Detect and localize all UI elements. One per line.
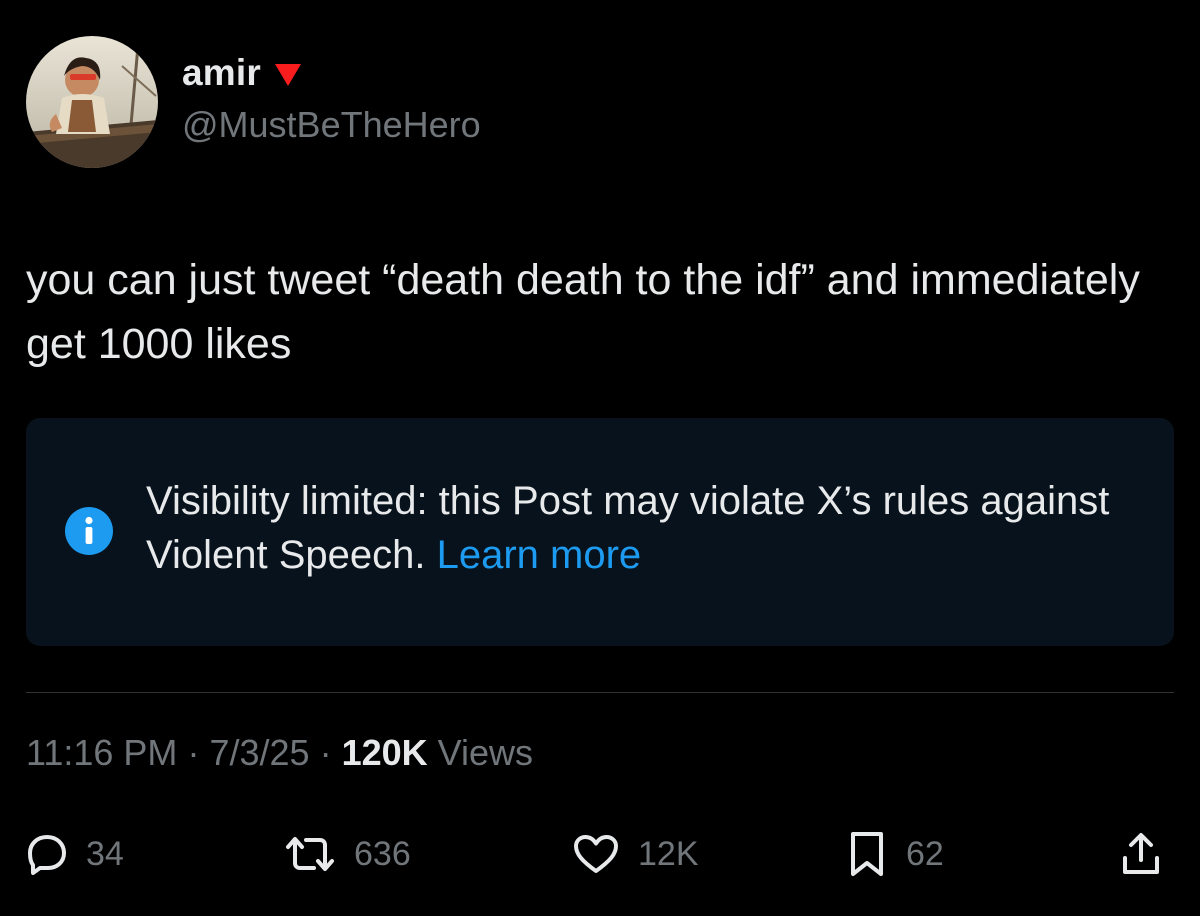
repost-count: 636 bbox=[354, 834, 411, 873]
bookmark-button[interactable]: 62 bbox=[846, 824, 944, 884]
repost-icon bbox=[286, 837, 334, 871]
author-handle[interactable]: @MustBeTheHero bbox=[182, 104, 481, 146]
bookmark-icon bbox=[851, 832, 883, 876]
share-icon bbox=[1123, 833, 1159, 874]
tweet-date[interactable]: 7/3/25 bbox=[209, 732, 309, 773]
like-button[interactable]: 12K bbox=[572, 824, 699, 884]
heart-icon bbox=[574, 835, 618, 873]
tweet-text: you can just tweet “death death to the i… bbox=[26, 256, 1140, 368]
visibility-notice: Visibility limited: this Post may violat… bbox=[26, 418, 1174, 646]
tweet-time[interactable]: 11:16 PM bbox=[26, 732, 177, 773]
repost-button[interactable]: 636 bbox=[284, 824, 411, 884]
action-bar: 34 636 12K 62 bbox=[26, 824, 1174, 884]
tweet-meta: 11:16 PM · 7/3/25 · 120K Views bbox=[26, 732, 533, 774]
avatar[interactable] bbox=[26, 36, 158, 168]
learn-more-link[interactable]: Learn more bbox=[437, 533, 642, 577]
meta-separator: · bbox=[187, 732, 200, 773]
info-icon bbox=[65, 507, 113, 555]
author-display-name[interactable]: amir bbox=[182, 52, 261, 94]
reply-count: 34 bbox=[86, 834, 124, 873]
meta-separator: · bbox=[319, 732, 332, 773]
views-label: Views bbox=[437, 732, 534, 773]
notice-text: Visibility limited: this Post may violat… bbox=[146, 474, 1146, 582]
divider bbox=[26, 692, 1174, 693]
reply-icon bbox=[28, 835, 66, 875]
views-count: 120K bbox=[341, 732, 428, 773]
like-count: 12K bbox=[638, 834, 699, 873]
reply-button[interactable]: 34 bbox=[26, 824, 124, 884]
avatar-image bbox=[26, 36, 158, 168]
bookmark-count: 62 bbox=[906, 834, 944, 873]
author-name-row[interactable]: amir bbox=[182, 50, 303, 96]
share-button[interactable] bbox=[1120, 824, 1162, 884]
red-triangle-icon bbox=[274, 64, 301, 86]
